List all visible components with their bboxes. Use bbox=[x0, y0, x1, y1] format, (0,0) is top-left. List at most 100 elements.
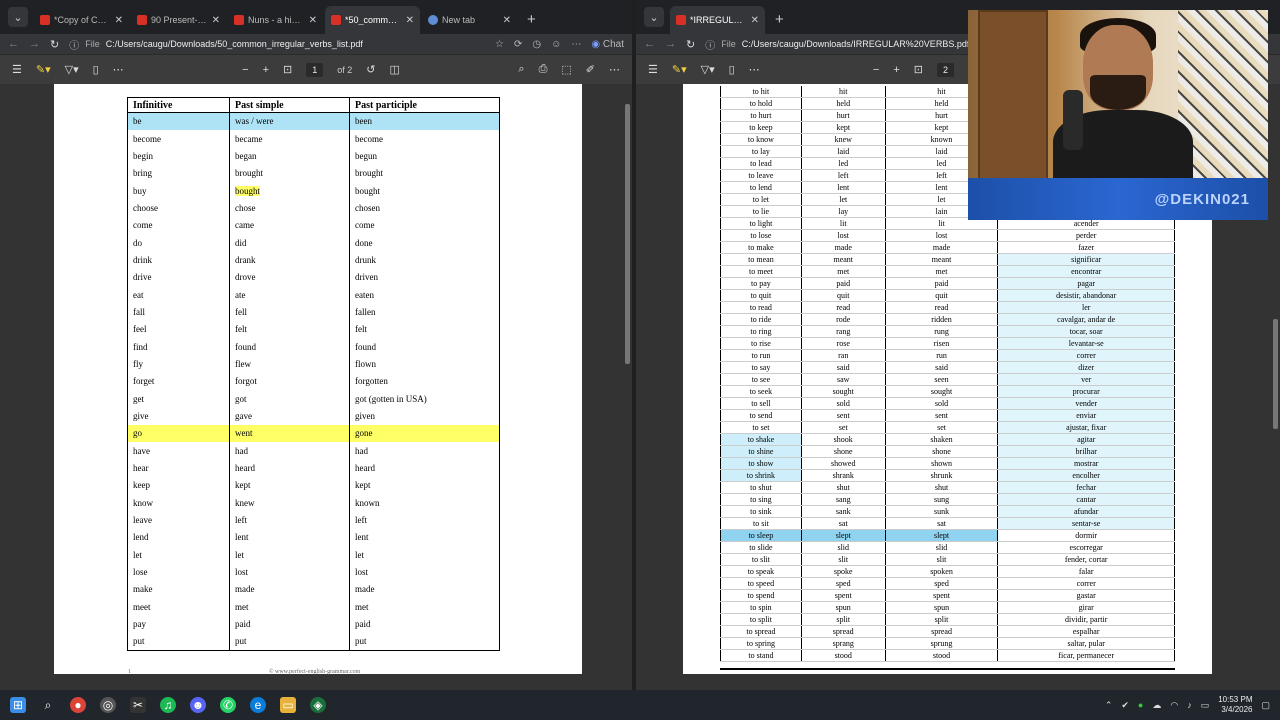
forward-icon[interactable]: → bbox=[665, 38, 676, 50]
tray-chevron-icon[interactable]: ⌃ bbox=[1105, 700, 1113, 711]
cell-translation: correr bbox=[997, 577, 1175, 591]
url-field[interactable]: ⓘ File C:/Users/caugu/Downloads/50_commo… bbox=[69, 37, 485, 52]
tab-search-icon[interactable]: ⌄ bbox=[8, 7, 28, 27]
more-tools-icon[interactable]: ⋯ bbox=[113, 63, 124, 76]
tab-2[interactable]: Nuns - a histor ✕ bbox=[228, 6, 323, 34]
cell-infinitive: give bbox=[127, 407, 230, 425]
cell-past-simple: slit bbox=[800, 553, 886, 567]
cell-past-participle: become bbox=[349, 129, 500, 148]
url-text: C:/Users/caugu/Downloads/50_common_irreg… bbox=[105, 39, 363, 49]
whatsapp-icon[interactable]: ✆ bbox=[220, 697, 236, 713]
page-view-icon[interactable]: ▯ bbox=[93, 63, 99, 76]
cell-past-simple: shone bbox=[800, 445, 886, 459]
scrollbar[interactable] bbox=[1273, 319, 1278, 429]
tray-green-icon[interactable]: ● bbox=[1138, 700, 1143, 710]
profile-icon[interactable]: ☺ bbox=[551, 39, 561, 50]
cell-infinitive: to show bbox=[720, 457, 802, 471]
close-tab-icon[interactable]: ✕ bbox=[751, 15, 759, 26]
tab-0[interactable]: *IRREGULAR VERBS.pdf ✕ bbox=[670, 6, 765, 34]
back-icon[interactable]: ← bbox=[8, 38, 19, 50]
chrome-icon[interactable]: ● bbox=[70, 697, 86, 713]
pdf-viewer[interactable]: Infinitive Past simple Past participle b… bbox=[0, 84, 632, 690]
cell-past-participle: found bbox=[349, 337, 500, 356]
tab-4[interactable]: New tab ✕ bbox=[422, 6, 517, 34]
zoom-out-icon[interactable]: − bbox=[873, 64, 879, 76]
menu-icon[interactable]: ⋯ bbox=[609, 63, 620, 76]
cell-past-simple: fell bbox=[229, 303, 350, 321]
close-tab-icon[interactable]: ✕ bbox=[212, 15, 220, 26]
close-tab-icon[interactable]: ✕ bbox=[503, 15, 511, 26]
tray-wifi-icon[interactable]: ◠ bbox=[1170, 700, 1178, 711]
save-icon[interactable]: ⬚ bbox=[561, 63, 571, 76]
obs-icon[interactable]: ◎ bbox=[100, 697, 116, 713]
clock[interactable]: 10:53 PM 3/4/2026 bbox=[1218, 695, 1252, 715]
print-icon[interactable]: ⎙ bbox=[539, 63, 548, 76]
tray-cloud-icon[interactable]: ☁ bbox=[1152, 700, 1161, 711]
cell-infinitive: to mean bbox=[720, 253, 802, 267]
tab-search-icon[interactable]: ⌄ bbox=[644, 7, 664, 27]
reload-icon[interactable]: ↻ bbox=[50, 38, 59, 51]
edge-icon[interactable]: e bbox=[250, 697, 266, 713]
highlight-icon[interactable]: ✎▾ bbox=[36, 63, 51, 76]
search-icon[interactable]: ⌕ bbox=[40, 697, 56, 713]
pdf-icon bbox=[676, 15, 686, 25]
more-tools-icon[interactable]: ⋯ bbox=[749, 63, 760, 76]
forward-icon[interactable]: → bbox=[29, 38, 40, 50]
cell-infinitive: go bbox=[127, 424, 230, 443]
table-row: drive drove driven bbox=[127, 268, 500, 286]
cell-past-participle: heard bbox=[349, 459, 500, 477]
new-tab-button[interactable]: + bbox=[775, 11, 784, 28]
history-icon[interactable]: ◷ bbox=[532, 39, 541, 50]
tab-0[interactable]: *Copy of Copy ✕ bbox=[34, 6, 129, 34]
star-icon[interactable]: ☆ bbox=[495, 39, 504, 50]
page-number-input[interactable]: 1 bbox=[306, 62, 324, 77]
tab-3[interactable]: *50_common_ ✕ bbox=[325, 6, 420, 34]
extension-icon[interactable]: ⟳ bbox=[514, 39, 522, 50]
page-view-icon[interactable]: ▯ bbox=[729, 63, 735, 76]
search-icon[interactable]: ⌕ bbox=[518, 63, 524, 76]
reload-icon[interactable]: ↻ bbox=[686, 38, 695, 51]
fit-page-icon[interactable]: ⊡ bbox=[914, 63, 923, 76]
zoom-out-icon[interactable]: − bbox=[242, 64, 248, 76]
cell-translation: fechar bbox=[997, 481, 1175, 495]
tray-battery-icon[interactable]: ▭ bbox=[1201, 700, 1210, 711]
clock-date: 3/4/2026 bbox=[1221, 705, 1253, 714]
zoom-in-icon[interactable]: + bbox=[263, 64, 269, 76]
app-icon[interactable]: ◈ bbox=[310, 697, 326, 713]
page-number-input[interactable]: 2 bbox=[936, 62, 954, 77]
notifications-icon[interactable]: ▢ bbox=[1261, 700, 1270, 711]
capcut-icon[interactable]: ✂ bbox=[130, 697, 146, 713]
more-icon[interactable]: ⋯ bbox=[571, 39, 581, 50]
cell-infinitive: to ride bbox=[720, 313, 802, 327]
close-tab-icon[interactable]: ✕ bbox=[406, 15, 414, 26]
tab-1[interactable]: 90 Present-Per ✕ bbox=[131, 6, 226, 34]
contents-icon[interactable]: ☰ bbox=[648, 63, 658, 76]
close-tab-icon[interactable]: ✕ bbox=[115, 15, 123, 26]
new-tab-button[interactable]: + bbox=[527, 11, 536, 28]
cell-infinitive: to shut bbox=[720, 481, 802, 495]
tray-app-icon[interactable]: ✔ bbox=[1121, 700, 1129, 711]
discord-icon[interactable]: ☻ bbox=[190, 697, 206, 713]
cell-past-simple: sped bbox=[800, 577, 886, 591]
rotate-icon[interactable]: ↺ bbox=[366, 63, 375, 76]
table-row: pay paid paid bbox=[127, 615, 500, 633]
cell-translation: pagar bbox=[997, 277, 1175, 291]
filter-icon[interactable]: ▽▾ bbox=[65, 63, 79, 76]
close-tab-icon[interactable]: ✕ bbox=[309, 15, 317, 26]
windows-start-icon[interactable]: ⊞ bbox=[10, 697, 26, 713]
contents-icon[interactable]: ☰ bbox=[12, 63, 22, 76]
draw-icon[interactable]: ✐ bbox=[586, 63, 595, 76]
back-icon[interactable]: ← bbox=[644, 38, 655, 50]
filter-icon[interactable]: ▽▾ bbox=[701, 63, 715, 76]
scrollbar[interactable] bbox=[625, 104, 630, 364]
cell-translation: fender, cortar bbox=[997, 553, 1175, 567]
chat-button[interactable]: ◉ Chat bbox=[591, 39, 624, 50]
zoom-in-icon[interactable]: + bbox=[893, 64, 899, 76]
two-page-icon[interactable]: ◫ bbox=[390, 63, 400, 76]
fit-page-icon[interactable]: ⊡ bbox=[283, 63, 292, 76]
highlight-icon[interactable]: ✎▾ bbox=[672, 63, 687, 76]
spotify-icon[interactable]: ♫ bbox=[160, 697, 176, 713]
tray-volume-icon[interactable]: ♪ bbox=[1187, 700, 1192, 710]
cell-past-simple: spread bbox=[800, 625, 886, 639]
file-explorer-icon[interactable]: ▭ bbox=[280, 697, 296, 713]
